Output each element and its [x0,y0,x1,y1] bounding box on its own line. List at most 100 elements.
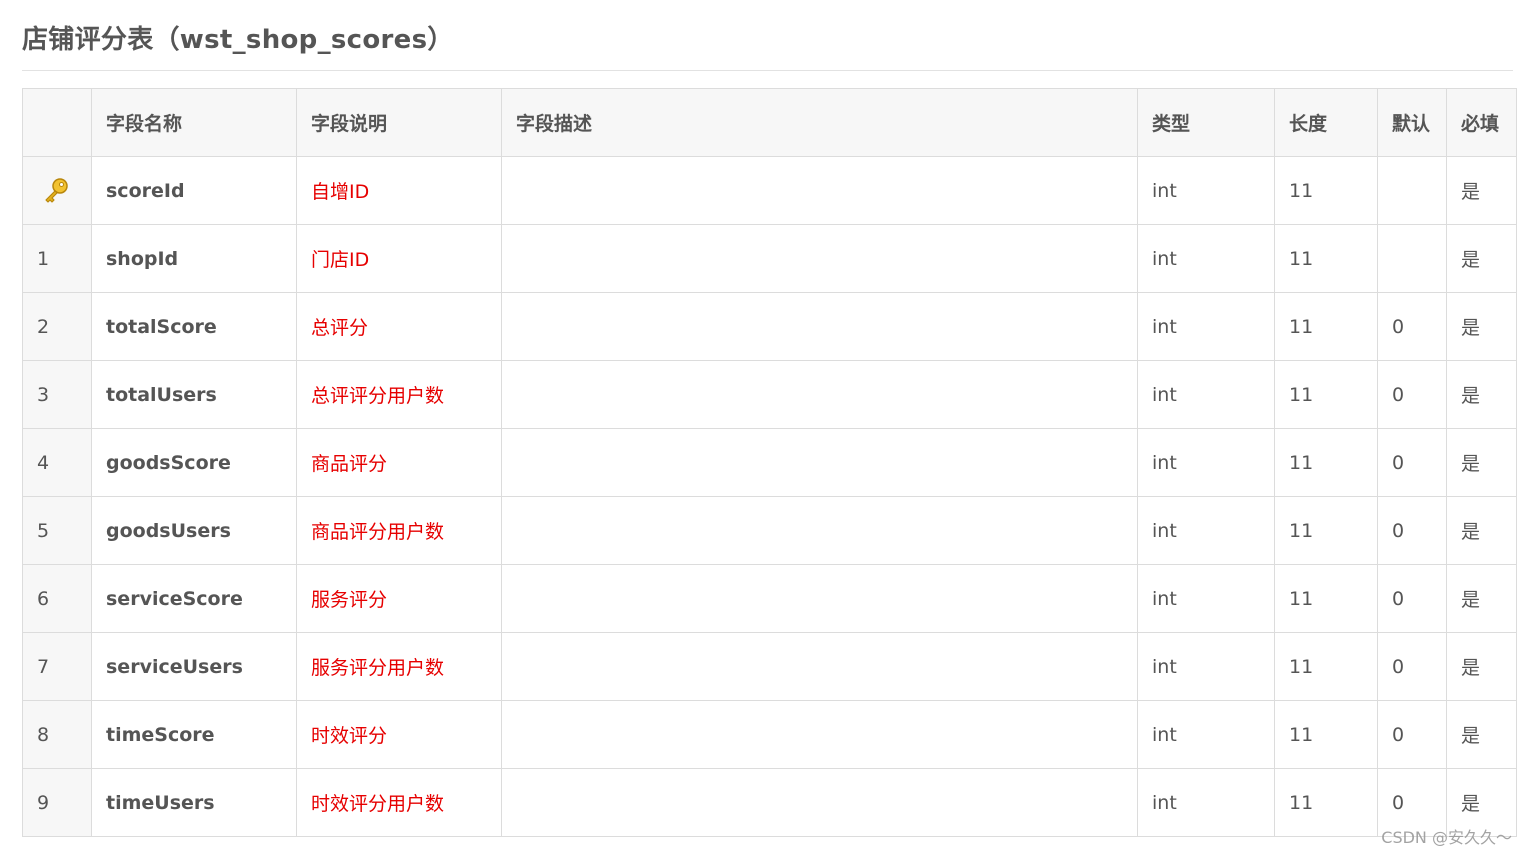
field-length: 11 [1274,700,1378,769]
field-default [1377,224,1447,293]
field-name: goodsScore [91,428,297,497]
header-index [22,88,92,157]
row-index: 9 [22,768,92,837]
field-name: serviceScore [91,564,297,633]
field-name: timeUsers [91,768,297,837]
header-required: 必填 [1446,88,1517,157]
field-length: 11 [1274,428,1378,497]
field-required: 是 [1446,632,1517,701]
field-label: 服务评分用户数 [296,632,502,701]
table-row: 9 timeUsers 时效评分用户数 int 11 0 是 [22,768,1517,837]
field-name: serviceUsers [91,632,297,701]
field-description [501,768,1138,837]
row-index: 1 [22,224,92,293]
header-type: 类型 [1137,88,1275,157]
field-type: int [1137,360,1275,429]
field-label: 商品评分用户数 [296,496,502,565]
field-description [501,496,1138,565]
field-type: int [1137,632,1275,701]
field-default: 0 [1377,496,1447,565]
field-description [501,224,1138,293]
field-label: 服务评分 [296,564,502,633]
field-length: 11 [1274,496,1378,565]
field-name: scoreId [91,156,297,225]
header-field-description: 字段描述 [501,88,1138,157]
row-index: 3 [22,360,92,429]
field-description [501,360,1138,429]
field-name: totalUsers [91,360,297,429]
field-type: int [1137,224,1275,293]
field-description [501,156,1138,225]
field-description [501,632,1138,701]
page-title: 店铺评分表（wst_shop_scores） [22,25,454,55]
table-row: scoreId 自增ID int 11 是 [22,156,1517,225]
field-length: 11 [1274,156,1378,225]
field-name: timeScore [91,700,297,769]
field-required: 是 [1446,700,1517,769]
row-index: 2 [22,292,92,361]
field-description [501,428,1138,497]
header-default: 默认 [1377,88,1447,157]
field-required: 是 [1446,156,1517,225]
field-required: 是 [1446,224,1517,293]
row-index: 5 [22,496,92,565]
table-row: 6 serviceScore 服务评分 int 11 0 是 [22,564,1517,633]
key-icon [45,177,68,203]
field-default: 0 [1377,564,1447,633]
field-default: 0 [1377,360,1447,429]
field-table: 字段名称 字段说明 字段描述 类型 长度 默认 必填 scoreId 自增ID … [22,88,1517,837]
field-label: 自增ID [296,156,502,225]
field-length: 11 [1274,360,1378,429]
field-length: 11 [1274,632,1378,701]
field-label: 总评分 [296,292,502,361]
table-row: 5 goodsUsers 商品评分用户数 int 11 0 是 [22,496,1517,565]
field-length: 11 [1274,768,1378,837]
field-default [1377,156,1447,225]
header-field-label: 字段说明 [296,88,502,157]
field-default: 0 [1377,632,1447,701]
field-name: goodsUsers [91,496,297,565]
table-row: 1 shopId 门店ID int 11 是 [22,224,1517,293]
field-description [501,292,1138,361]
field-required: 是 [1446,360,1517,429]
field-length: 11 [1274,564,1378,633]
field-type: int [1137,156,1275,225]
field-default: 0 [1377,700,1447,769]
field-label: 商品评分 [296,428,502,497]
field-type: int [1137,292,1275,361]
row-index: 8 [22,700,92,769]
table-row: 3 totalUsers 总评评分用户数 int 11 0 是 [22,360,1517,429]
table-header-row: 字段名称 字段说明 字段描述 类型 长度 默认 必填 [22,88,1517,157]
row-index: 6 [22,564,92,633]
field-label: 门店ID [296,224,502,293]
field-default: 0 [1377,428,1447,497]
header-length: 长度 [1274,88,1378,157]
field-label: 时效评分 [296,700,502,769]
field-type: int [1137,428,1275,497]
table-row: 2 totalScore 总评分 int 11 0 是 [22,292,1517,361]
field-length: 11 [1274,224,1378,293]
field-required: 是 [1446,292,1517,361]
field-type: int [1137,564,1275,633]
field-required: 是 [1446,428,1517,497]
field-required: 是 [1446,496,1517,565]
field-name: totalScore [91,292,297,361]
row-index: 4 [22,428,92,497]
field-description [501,564,1138,633]
field-type: int [1137,700,1275,769]
field-required: 是 [1446,564,1517,633]
title-divider [22,70,1513,71]
table-row: 7 serviceUsers 服务评分用户数 int 11 0 是 [22,632,1517,701]
csdn-watermark: CSDN @安久久～ [1381,828,1512,847]
field-length: 11 [1274,292,1378,361]
field-label: 总评评分用户数 [296,360,502,429]
field-default: 0 [1377,292,1447,361]
row-index-cell [22,156,92,225]
field-label: 时效评分用户数 [296,768,502,837]
field-type: int [1137,496,1275,565]
field-description [501,700,1138,769]
field-type: int [1137,768,1275,837]
table-row: 4 goodsScore 商品评分 int 11 0 是 [22,428,1517,497]
table-row: 8 timeScore 时效评分 int 11 0 是 [22,700,1517,769]
row-index: 7 [22,632,92,701]
